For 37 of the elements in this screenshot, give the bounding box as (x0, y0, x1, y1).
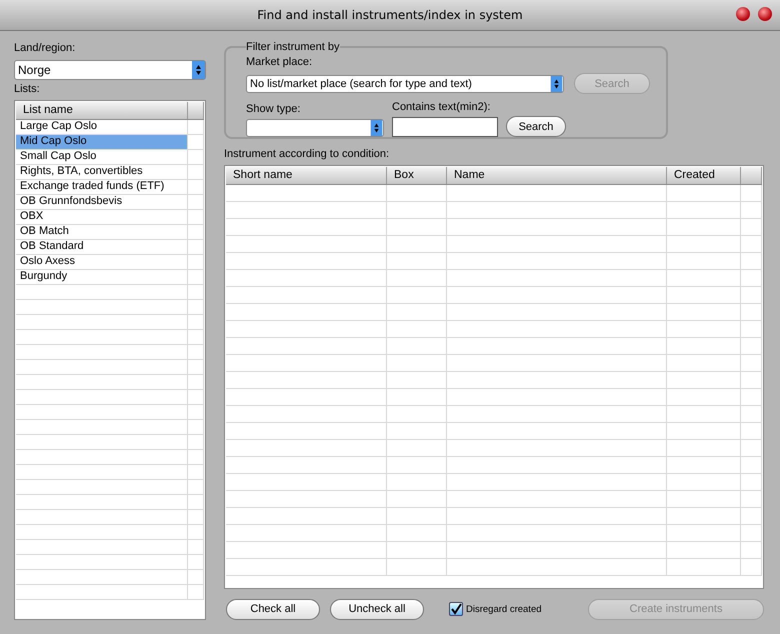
list-item[interactable]: Rights, BTA, convertibles (16, 165, 188, 179)
disregard-created-label: Disregard created (466, 604, 542, 614)
contains-text-label: Contains text(min2): (392, 100, 492, 114)
column-header[interactable]: Created (667, 167, 741, 184)
region-dropdown[interactable]: Norge (14, 60, 206, 80)
close-button[interactable] (758, 7, 772, 21)
minimize-button[interactable] (736, 7, 750, 21)
list-item[interactable]: OB Match (16, 225, 188, 239)
show-type-dropdown[interactable] (246, 119, 384, 137)
market-place-dropdown[interactable]: No list/market place (search for type and text) (246, 74, 564, 92)
list-item[interactable]: Mid Cap Oslo (16, 135, 188, 149)
uncheck-all-button[interactable]: Uncheck all (330, 598, 424, 620)
lists-label: Lists: (14, 82, 41, 96)
list-item[interactable]: Small Cap Oslo (16, 150, 188, 164)
dropdown-arrows-icon (192, 61, 205, 79)
column-header[interactable]: Short name (226, 167, 387, 184)
list-item[interactable]: Burgundy (16, 270, 188, 284)
disregard-created-checkbox[interactable] (449, 602, 463, 616)
list-item[interactable]: Exchange traded funds (ETF) (16, 180, 188, 194)
list-item[interactable]: Large Cap Oslo (16, 120, 188, 134)
dropdown-arrows-icon (550, 76, 563, 92)
list-item[interactable]: OB Standard (16, 240, 188, 254)
list-item[interactable]: OBX (16, 210, 188, 224)
filter-group-title: Filter instrument by (246, 41, 340, 53)
contains-text-field[interactable] (392, 117, 498, 137)
dropdown-arrows-icon (370, 120, 383, 136)
list-item[interactable]: Oslo Axess (16, 255, 188, 269)
column-header[interactable]: Name (447, 167, 667, 184)
instruments-label: Instrument according to condition: (224, 147, 390, 161)
show-type-label: Show type: (246, 102, 302, 116)
list-item[interactable]: OB Grunnfondsbevis (16, 195, 188, 209)
search-button[interactable]: Search (506, 116, 566, 137)
check-all-button[interactable]: Check all (226, 598, 320, 620)
window-title: Find and install instruments/index in system (257, 8, 523, 22)
market-place-label: Market place: (246, 55, 314, 69)
region-label: Land/region: (14, 41, 76, 55)
column-header[interactable]: Box (387, 167, 447, 184)
